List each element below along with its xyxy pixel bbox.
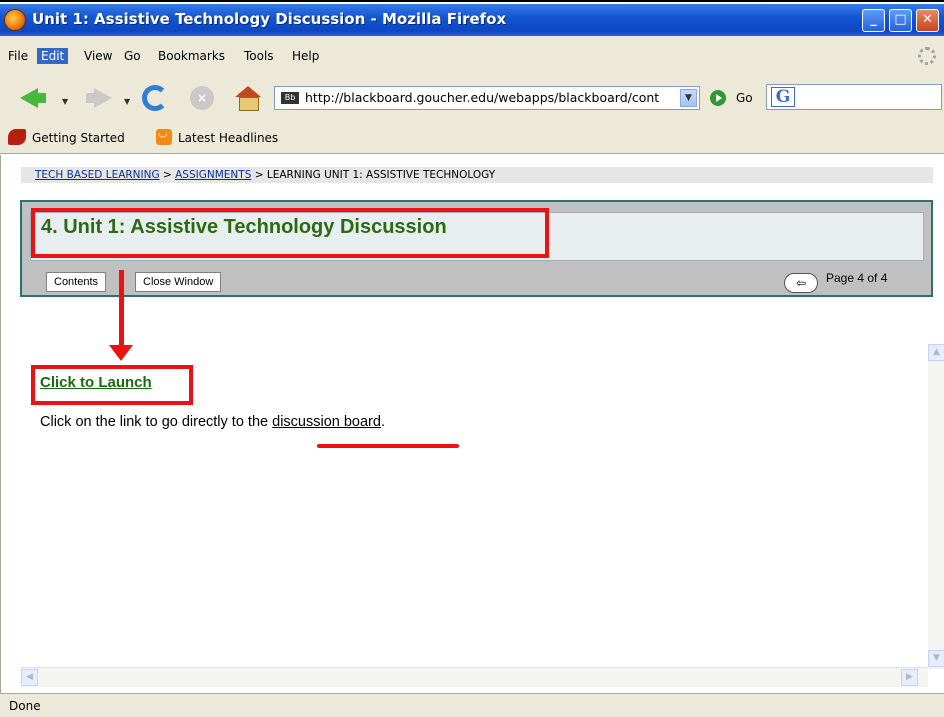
vertical-scrollbar[interactable]: ▲ ▼ [928,344,944,669]
window-titlebar: Unit 1: Assistive Technology Discussion … [0,4,944,36]
address-bar[interactable]: Bb http://blackboard.goucher.edu/webapps… [274,86,700,110]
menu-edit[interactable]: Edit [37,48,69,64]
discussion-board-text: discussion board [272,414,381,430]
scroll-right-icon[interactable]: ▶ [901,669,918,686]
horizontal-scrollbar[interactable]: ◀ ▶ [21,667,928,687]
breadcrumb-link-course[interactable]: TECH BASED LEARNING [35,169,160,181]
instruction-text: Click on the link to go directly to the … [40,414,385,430]
annotation-box-title [31,208,549,258]
click-to-launch-link[interactable]: Click to Launch [40,374,152,391]
reload-icon[interactable] [142,85,168,111]
menu-file[interactable]: File [4,48,32,64]
menu-bookmarks[interactable]: Bookmarks [154,48,229,64]
page-content: TECH BASED LEARNING > ASSIGNMENTS > LEAR… [0,155,944,693]
address-text: http://blackboard.goucher.edu/webapps/bl… [305,90,660,105]
annotation-arrow-head [109,345,133,361]
breadcrumb-current: LEARNING UNIT 1: ASSISTIVE TECHNOLOGY [266,169,496,181]
google-search-icon[interactable]: G [771,87,795,107]
bookmarks-toolbar: Getting Started Latest Headlines [0,120,944,154]
instruction-prefix: Click on the link to go directly to the [40,414,273,430]
firefox-icon [4,9,26,31]
window-title: Unit 1: Assistive Technology Discussion … [32,10,507,28]
scroll-down-icon[interactable]: ▼ [928,650,944,667]
maximize-button[interactable]: □ [889,9,912,32]
bookmark-getting-started[interactable]: Getting Started [32,131,125,145]
navigation-toolbar: ▼ ▼ × Bb http://blackboard.goucher.edu/w… [0,76,944,120]
instruction-suffix: . [380,414,385,430]
go-button-label[interactable]: Go [736,91,753,105]
forward-dropdown-icon[interactable]: ▼ [124,97,130,106]
address-dropdown-icon[interactable]: ▼ [680,89,697,107]
getting-started-icon [8,129,26,145]
top-rule [0,0,944,2]
bookmark-latest-headlines[interactable]: Latest Headlines [178,131,278,145]
breadcrumb: TECH BASED LEARNING > ASSIGNMENTS > LEAR… [21,167,933,183]
stop-icon[interactable]: × [190,86,214,110]
breadcrumb-link-assignments[interactable]: ASSIGNMENTS [175,169,251,181]
site-favicon-icon: Bb [281,92,299,104]
menu-tools[interactable]: Tools [240,48,278,64]
search-input[interactable]: G [766,84,942,110]
minimize-button[interactable]: _ [862,9,885,32]
annotation-arrow [119,270,124,350]
forward-arrow-icon[interactable] [84,85,112,111]
rss-feed-icon [156,126,172,145]
previous-page-icon[interactable]: ⇦ [784,273,818,293]
menu-go[interactable]: Go [120,48,145,64]
status-bar: Done [0,693,944,717]
contents-button[interactable]: Contents [46,272,107,292]
menu-help[interactable]: Help [288,48,323,64]
back-arrow-icon[interactable] [20,85,48,111]
throbber-icon [918,47,936,65]
page-indicator: Page 4 of 4 [826,271,888,285]
close-window-page-button[interactable]: Close Window [135,272,222,292]
go-icon[interactable] [710,90,726,106]
close-window-button[interactable]: ✕ [916,9,939,32]
breadcrumb-separator: > [251,169,267,181]
annotation-underline [317,444,459,448]
scroll-left-icon[interactable]: ◀ [21,669,38,686]
home-icon[interactable] [234,86,262,111]
breadcrumb-separator: > [159,169,176,181]
menu-view[interactable]: View [80,48,116,64]
menu-bar: File Edit View Go Bookmarks Tools Help [0,36,944,76]
back-dropdown-icon[interactable]: ▼ [62,97,68,106]
scroll-up-icon[interactable]: ▲ [928,344,944,361]
status-text: Done [9,699,41,713]
